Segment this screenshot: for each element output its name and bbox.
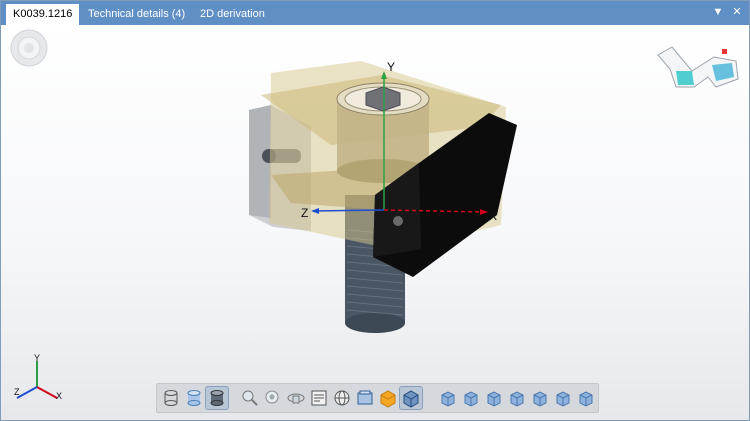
tab-bar: K0039.1216 Technical details (4) 2D deri… [1,1,749,25]
3d-scene[interactable]: Y X Z Y X Z [1,25,749,420]
axis-label-z: Z [301,206,308,220]
view-left-icon[interactable] [483,387,505,409]
orientation-triad: Y X Z [14,353,62,401]
stereo-glasses-icon[interactable] [657,46,739,88]
zoom-all-icon[interactable] [262,387,284,409]
close-icon[interactable]: ✕ [729,4,745,20]
3d-viewport[interactable]: Y X Z Y X Z [1,25,749,420]
tab-dropdown-icon[interactable]: ▼ [710,4,726,20]
hidden-line-icon[interactable] [354,387,376,409]
triad-label-z: Z [14,387,20,397]
view-bottom-icon[interactable] [552,387,574,409]
view-back-icon[interactable] [460,387,482,409]
view-toolbar [156,383,599,413]
cylinder-shaded-icon[interactable] [205,386,229,410]
viewer-window: K0039.1216 Technical details (4) 2D deri… [0,0,750,421]
shaded-edges-icon[interactable] [399,386,423,410]
tab-2d-derivation[interactable]: 2D derivation [200,4,265,24]
tab-technical-details[interactable]: Technical details (4) [88,4,185,24]
triad-label-x: X [56,391,62,401]
axis-label-y: Y [387,60,395,74]
wireframe-view-icon[interactable] [331,387,353,409]
section-view-icon[interactable] [308,387,330,409]
triad-label-y: Y [34,353,40,363]
cylinder-transparent-icon[interactable] [183,387,205,409]
navigation-sphere-icon[interactable] [10,29,48,67]
view-isometric-icon[interactable] [575,387,597,409]
cylinder-wireframe-icon[interactable] [160,387,182,409]
tab-part-number[interactable]: K0039.1216 [5,3,81,25]
shaded-orange-icon[interactable] [377,387,399,409]
rotate-view-icon[interactable] [285,387,307,409]
view-right-icon[interactable] [506,387,528,409]
axis-label-x: X [489,209,497,223]
view-front-icon[interactable] [437,387,459,409]
zoom-icon[interactable] [239,387,261,409]
view-top-icon[interactable] [529,387,551,409]
